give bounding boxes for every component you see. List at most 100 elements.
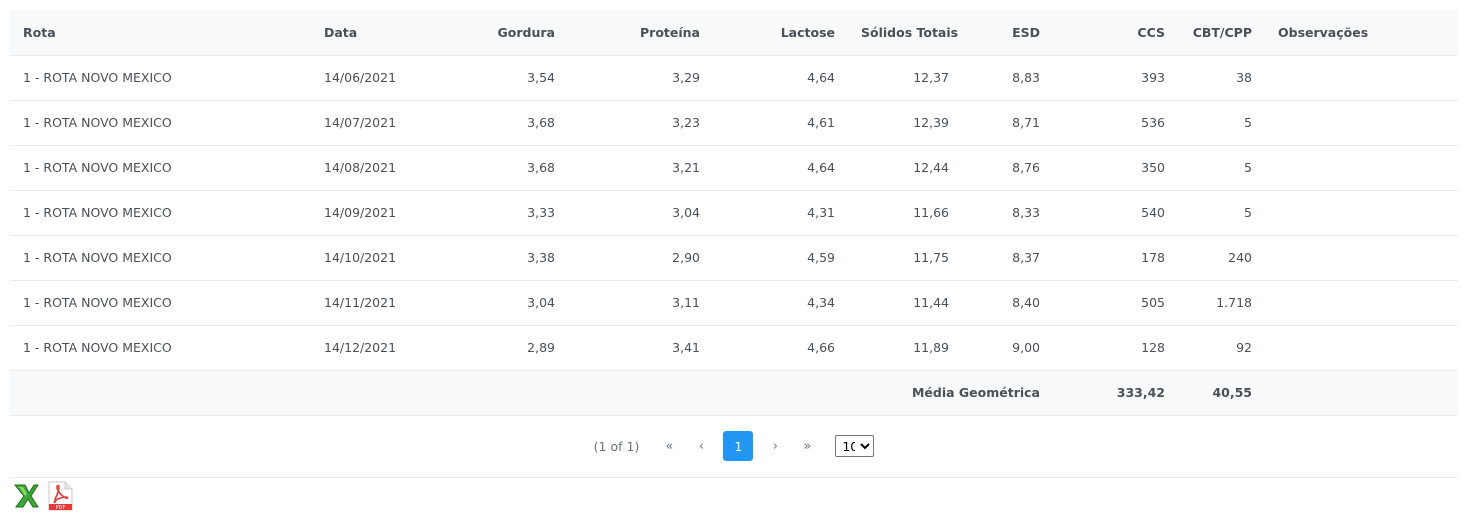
cell-proteina: 2,90 bbox=[568, 235, 713, 281]
cell-cbt-cpp: 5 bbox=[1178, 100, 1265, 146]
column-header-proteina[interactable]: Proteína bbox=[568, 10, 713, 56]
cell-data: 14/07/2021 bbox=[311, 100, 406, 146]
geometric-mean-label: Média Geométrica bbox=[10, 370, 1053, 416]
table-row: 1 - ROTA NOVO MEXICO 14/08/2021 3,68 3,21 4,… bbox=[10, 145, 1458, 191]
cell-esd: 8,83 bbox=[962, 55, 1053, 101]
cell-cbt-cpp: 38 bbox=[1178, 55, 1265, 101]
cell-observacoes bbox=[1265, 55, 1458, 101]
excel-export-icon bbox=[13, 484, 39, 508]
cell-rota: 1 - ROTA NOVO MEXICO bbox=[10, 325, 311, 371]
page-1-button[interactable]: 1 bbox=[723, 431, 754, 461]
datatable: Rota Data Gordura Proteína Lactose Sólid… bbox=[10, 10, 1458, 478]
analysis-table: Rota Data Gordura Proteína Lactose Sólid… bbox=[10, 10, 1458, 416]
cell-proteina: 3,41 bbox=[568, 325, 713, 371]
cell-ccs: 128 bbox=[1053, 325, 1178, 371]
column-header-cbt-cpp[interactable]: CBT/CPP bbox=[1178, 10, 1265, 56]
cell-gordura: 3,38 bbox=[406, 235, 568, 281]
cell-ccs: 178 bbox=[1053, 235, 1178, 281]
cell-data: 14/08/2021 bbox=[311, 145, 406, 191]
page-report: (1 of 1) bbox=[593, 438, 640, 454]
cell-solidos-totais: 11,66 bbox=[848, 190, 962, 236]
cell-cbt-cpp: 5 bbox=[1178, 145, 1265, 191]
cell-solidos-totais: 12,37 bbox=[848, 55, 962, 101]
cell-solidos-totais: 12,39 bbox=[848, 100, 962, 146]
cell-ccs: 536 bbox=[1053, 100, 1178, 146]
table-row: 1 - ROTA NOVO MEXICO 14/10/2021 3,38 2,90 4,… bbox=[10, 235, 1458, 281]
column-header-lactose[interactable]: Lactose bbox=[713, 10, 848, 56]
cell-ccs: 505 bbox=[1053, 280, 1178, 326]
cell-esd: 8,71 bbox=[962, 100, 1053, 146]
cell-observacoes bbox=[1265, 145, 1458, 191]
rows-per-page-select[interactable]: 10 bbox=[835, 435, 875, 457]
cell-gordura: 3,68 bbox=[406, 145, 568, 191]
cell-proteina: 3,21 bbox=[568, 145, 713, 191]
cell-rota: 1 - ROTA NOVO MEXICO bbox=[10, 235, 311, 281]
first-page-button[interactable]: « bbox=[654, 431, 684, 461]
cell-rota: 1 - ROTA NOVO MEXICO bbox=[10, 280, 311, 326]
table-row: 1 - ROTA NOVO MEXICO 14/06/2021 3,54 3,29 4,… bbox=[10, 55, 1458, 101]
cell-rota: 1 - ROTA NOVO MEXICO bbox=[10, 55, 311, 101]
table-footer-row: Média Geométrica 333,42 40,55 bbox=[10, 370, 1458, 416]
cell-esd: 8,40 bbox=[962, 280, 1053, 326]
pdf-export-button[interactable]: PDF bbox=[46, 481, 74, 511]
cell-data: 14/10/2021 bbox=[311, 235, 406, 281]
cell-observacoes bbox=[1265, 100, 1458, 146]
cell-lactose: 4,64 bbox=[713, 145, 848, 191]
previous-page-button[interactable]: ‹ bbox=[686, 431, 716, 461]
double-chevron-left-icon: « bbox=[665, 438, 674, 454]
column-header-rota[interactable]: Rota bbox=[10, 10, 311, 56]
cell-rota: 1 - ROTA NOVO MEXICO bbox=[10, 190, 311, 236]
pdf-icon-label: PDF bbox=[56, 505, 66, 511]
cell-ccs: 540 bbox=[1053, 190, 1178, 236]
chevron-left-icon: ‹ bbox=[698, 438, 704, 454]
cell-proteina: 3,04 bbox=[568, 190, 713, 236]
table-row: 1 - ROTA NOVO MEXICO 14/07/2021 3,68 3,23 4,… bbox=[10, 100, 1458, 146]
cell-lactose: 4,31 bbox=[713, 190, 848, 236]
cell-proteina: 3,23 bbox=[568, 100, 713, 146]
cell-esd: 8,37 bbox=[962, 235, 1053, 281]
cell-gordura: 3,33 bbox=[406, 190, 568, 236]
cell-gordura: 3,68 bbox=[406, 100, 568, 146]
geometric-mean-cbt: 40,55 bbox=[1178, 370, 1265, 416]
column-header-esd[interactable]: ESD bbox=[962, 10, 1053, 56]
cell-rota: 1 - ROTA NOVO MEXICO bbox=[10, 145, 311, 191]
table-header-row: Rota Data Gordura Proteína Lactose Sólid… bbox=[10, 10, 1458, 56]
cell-ccs: 350 bbox=[1053, 145, 1178, 191]
table-row: 1 - ROTA NOVO MEXICO 14/12/2021 2,89 3,41 4,… bbox=[10, 325, 1458, 371]
cell-lactose: 4,64 bbox=[713, 55, 848, 101]
table-row: 1 - ROTA NOVO MEXICO 14/11/2021 3,04 3,11 4,… bbox=[10, 280, 1458, 326]
cell-gordura: 3,04 bbox=[406, 280, 568, 326]
cell-lactose: 4,34 bbox=[713, 280, 848, 326]
cell-rota: 1 - ROTA NOVO MEXICO bbox=[10, 100, 311, 146]
column-header-ccs[interactable]: CCS bbox=[1053, 10, 1178, 56]
cell-lactose: 4,61 bbox=[713, 100, 848, 146]
cell-observacoes bbox=[1265, 325, 1458, 371]
chevron-right-icon: › bbox=[772, 438, 778, 454]
column-header-observacoes[interactable]: Observações bbox=[1265, 10, 1458, 56]
footer-empty-cell bbox=[1265, 370, 1458, 416]
cell-solidos-totais: 11,75 bbox=[848, 235, 962, 281]
last-page-button[interactable]: » bbox=[792, 431, 822, 461]
cell-cbt-cpp: 5 bbox=[1178, 190, 1265, 236]
cell-data: 14/09/2021 bbox=[311, 190, 406, 236]
paginator: (1 of 1) « ‹ 1 › » 10 bbox=[10, 416, 1458, 478]
column-header-data[interactable]: Data bbox=[311, 10, 406, 56]
cell-proteina: 3,11 bbox=[568, 280, 713, 326]
cell-esd: 8,76 bbox=[962, 145, 1053, 191]
table-body: 1 - ROTA NOVO MEXICO 14/06/2021 3,54 3,29 4,… bbox=[10, 55, 1458, 371]
cell-cbt-cpp: 92 bbox=[1178, 325, 1265, 371]
export-toolbar: PDF bbox=[12, 481, 74, 511]
column-header-solidos-totais[interactable]: Sólidos Totais bbox=[848, 10, 962, 56]
column-header-gordura[interactable]: Gordura bbox=[406, 10, 568, 56]
cell-solidos-totais: 12,44 bbox=[848, 145, 962, 191]
cell-lactose: 4,66 bbox=[713, 325, 848, 371]
next-page-button[interactable]: › bbox=[760, 431, 790, 461]
double-chevron-right-icon: » bbox=[803, 438, 812, 454]
cell-gordura: 2,89 bbox=[406, 325, 568, 371]
cell-observacoes bbox=[1265, 235, 1458, 281]
cell-proteina: 3,29 bbox=[568, 55, 713, 101]
excel-export-button[interactable] bbox=[12, 481, 40, 511]
cell-solidos-totais: 11,89 bbox=[848, 325, 962, 371]
cell-data: 14/12/2021 bbox=[311, 325, 406, 371]
table-row: 1 - ROTA NOVO MEXICO 14/09/2021 3,33 3,04 4,… bbox=[10, 190, 1458, 236]
